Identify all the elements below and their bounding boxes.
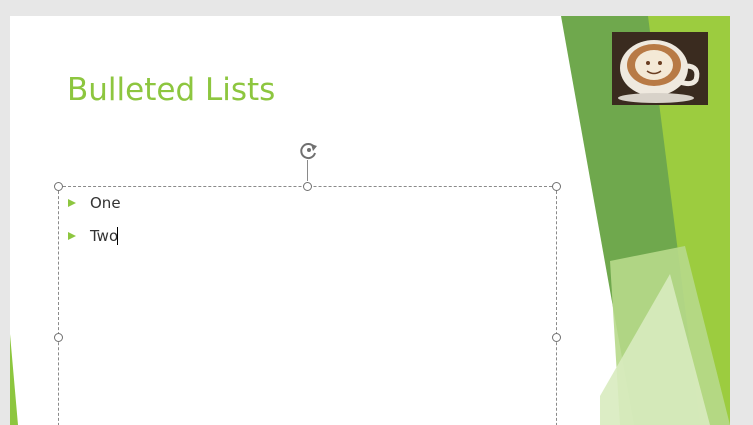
text-cursor — [117, 226, 119, 245]
resize-handle-middle-right[interactable] — [552, 333, 561, 342]
bullet-list: One Two — [68, 192, 121, 258]
resize-handle-top-right[interactable] — [552, 182, 561, 191]
resize-handle-top-left[interactable] — [54, 182, 63, 191]
resize-handle-middle-left[interactable] — [54, 333, 63, 342]
triangle-bullet-icon — [68, 198, 76, 207]
slide-editing-canvas: Bulleted Lists One Two — [0, 0, 753, 425]
resize-handle-top-center[interactable] — [303, 182, 312, 191]
slide-title[interactable]: Bulleted Lists — [67, 72, 275, 108]
bullet-text[interactable]: One — [90, 194, 121, 212]
content-placeholder-textbox[interactable]: One Two — [58, 186, 557, 425]
list-item[interactable]: One — [68, 192, 121, 225]
slide[interactable]: Bulleted Lists One Two — [10, 16, 730, 425]
rotate-handle-icon[interactable] — [299, 140, 319, 160]
latte-art-image[interactable] — [612, 32, 708, 105]
triangle-bullet-icon — [68, 231, 76, 240]
bullet-text[interactable]: Two — [90, 227, 118, 245]
latte-cup-illustration — [612, 32, 708, 105]
list-item[interactable]: Two — [68, 225, 121, 258]
rotate-connector-line — [307, 160, 308, 181]
background-left-sliver — [10, 334, 18, 425]
